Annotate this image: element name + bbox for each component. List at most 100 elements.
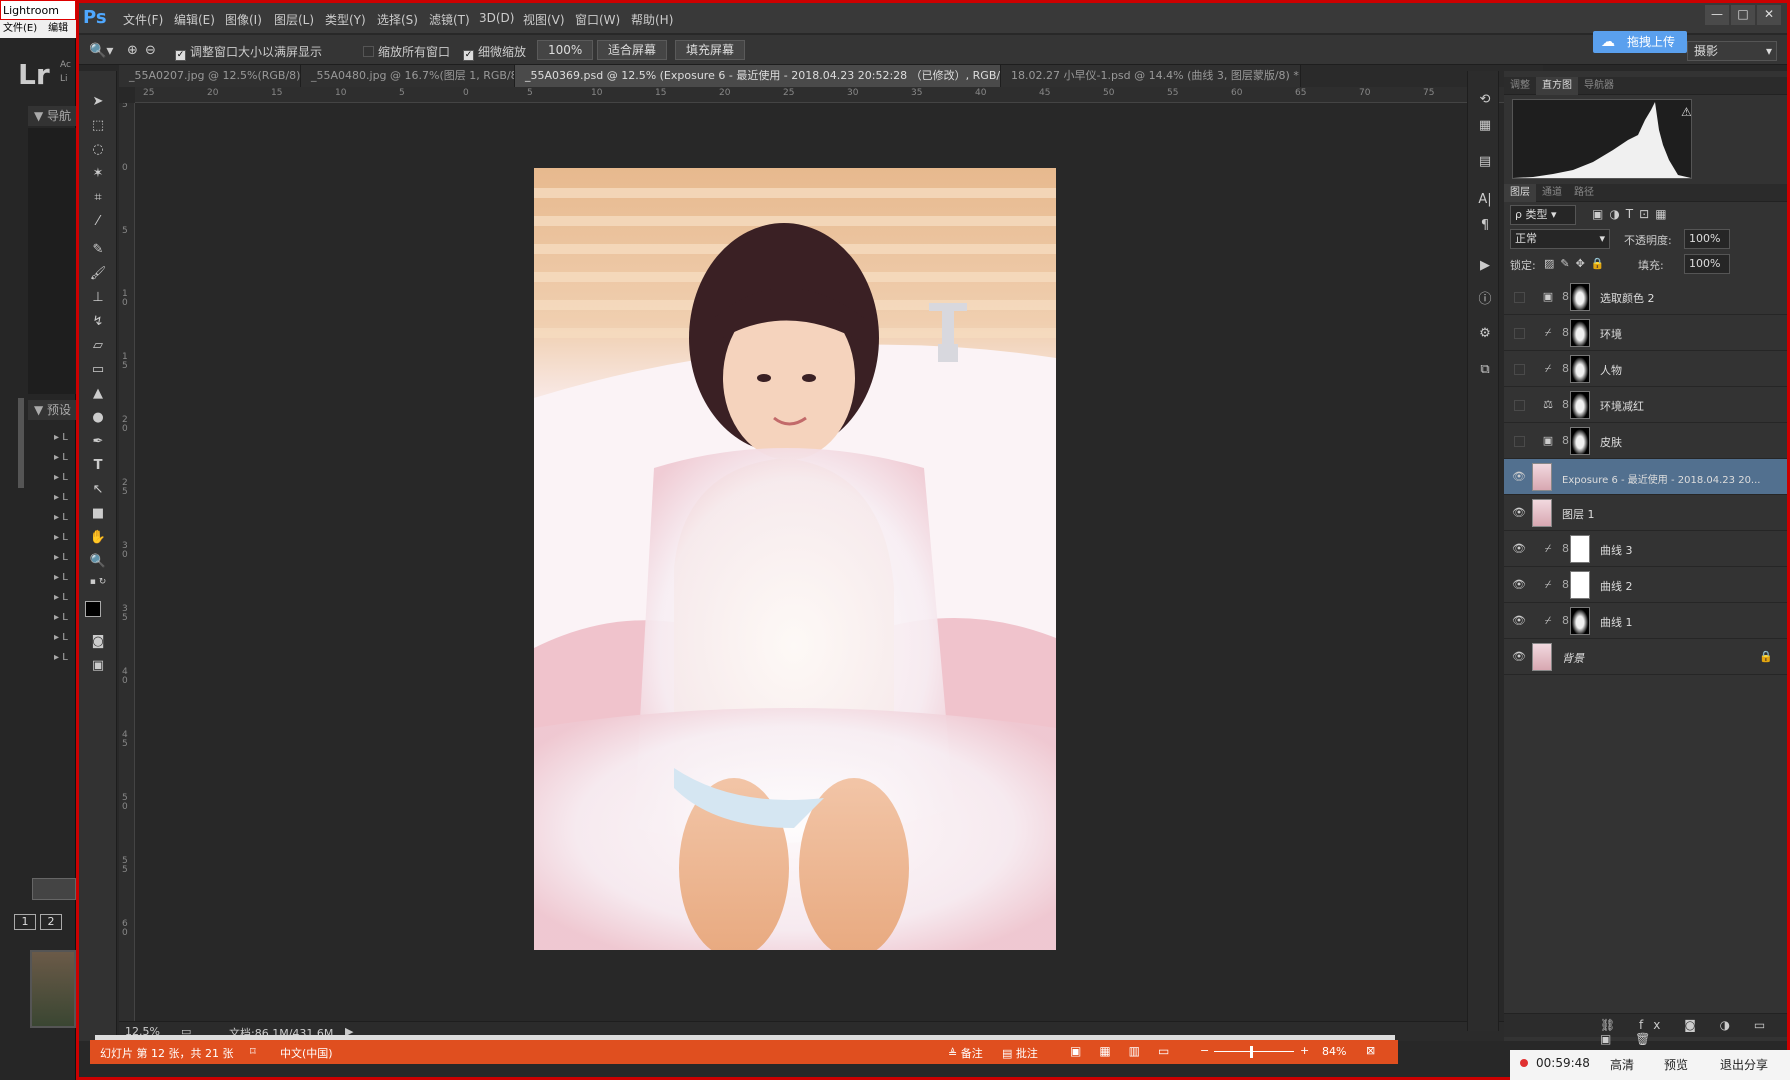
tab-55a0369[interactable]: _55A0369.psd @ 12.5% (Exposure 6 - 最近使用 … xyxy=(515,65,1001,87)
zoom-out-icon[interactable]: ⊖ xyxy=(145,43,156,58)
eye-icon[interactable]: 👁 xyxy=(1512,614,1526,628)
lr-preset-tree[interactable]: ▸ L ▸ L ▸ L ▸ L ▸ L ▸ L ▸ L ▸ L ▸ L ▸ L ▸ L ▸ L xyxy=(54,428,68,668)
layer-row[interactable]: ⌿ 8 人物 xyxy=(1504,351,1787,387)
eye-icon[interactable]: 👁 xyxy=(1512,542,1526,556)
history-icon[interactable]: ⟲ xyxy=(1476,91,1494,109)
menu-file[interactable]: 文件(F) xyxy=(123,11,163,28)
path-selection-tool-icon[interactable]: ↖ xyxy=(79,479,117,501)
visibility-box[interactable] xyxy=(1514,436,1525,447)
lr-page-1[interactable]: 1 xyxy=(14,914,36,930)
cloud-upload-button[interactable]: ☁ 拖拽上传 xyxy=(1593,31,1687,53)
clone-source-icon[interactable]: ⧉ xyxy=(1476,361,1494,379)
preview-button[interactable]: 预览 xyxy=(1664,1056,1688,1073)
zoom-in-button[interactable]: + xyxy=(1300,1044,1309,1057)
menu-3d[interactable]: 3D(D) xyxy=(479,11,514,25)
lr-panel-navigator[interactable]: ▼ 导航 xyxy=(28,106,76,126)
crop-tool-icon[interactable]: ⌗ xyxy=(79,187,117,209)
actual-pixels-button[interactable]: 100% xyxy=(537,40,594,60)
layer-footer-icons[interactable]: ⛓ fx ◙ ◑ ▭ ▣ 🗑 xyxy=(1600,1018,1787,1046)
tab-180227[interactable]: 18.02.27 小早仪-1.psd @ 14.4% (曲线 3, 图层蒙版/8… xyxy=(1001,65,1301,87)
clone-stamp-tool-icon[interactable]: ⊥ xyxy=(79,287,117,309)
brush-tool-icon[interactable]: 🖌 xyxy=(79,263,117,285)
history-brush-tool-icon[interactable]: ↯ xyxy=(79,311,117,333)
layer-mask[interactable] xyxy=(1570,391,1590,419)
actions-icon[interactable]: ▶ xyxy=(1476,257,1494,275)
layer-mask[interactable] xyxy=(1570,607,1590,635)
fit-slide-icon[interactable]: ⊠ xyxy=(1366,1044,1375,1057)
lr-menu-edit[interactable]: 编辑 xyxy=(45,23,68,34)
eye-icon[interactable]: 👁 xyxy=(1512,470,1526,484)
menu-view[interactable]: 视图(V) xyxy=(523,11,565,28)
hand-tool-icon[interactable]: ✋ xyxy=(79,527,117,549)
foreground-color-swatch[interactable] xyxy=(85,601,101,617)
zoom-slider[interactable] xyxy=(1214,1051,1294,1052)
marquee-tool-icon[interactable]: ⬚ xyxy=(79,115,117,137)
layer-comps-icon[interactable]: ▤ xyxy=(1476,153,1494,171)
lr-panel-presets[interactable]: ▼ 预设 xyxy=(28,400,76,420)
lr-film-thumbnail[interactable] xyxy=(30,950,76,1028)
dodge-tool-icon[interactable]: ● xyxy=(79,407,117,429)
language-status[interactable]: 中文(中国) xyxy=(280,1045,333,1061)
swatches-icon[interactable]: ▦ xyxy=(1476,117,1494,135)
resize-windows-checkbox[interactable]: ✓ 调整窗口大小以满屏显示 xyxy=(175,43,322,61)
spellcheck-icon[interactable]: ⌑ xyxy=(250,1045,256,1058)
lock-icon[interactable]: 🔒 xyxy=(1759,650,1773,663)
tab-histogram[interactable]: 直方图 xyxy=(1536,77,1578,95)
fill-input[interactable]: 100% xyxy=(1684,254,1730,274)
blur-tool-icon[interactable]: ▲ xyxy=(79,383,117,405)
gradient-tool-icon[interactable]: ▭ xyxy=(79,359,117,381)
zoom-percent[interactable]: 84% xyxy=(1322,1045,1346,1058)
layer-mask[interactable] xyxy=(1570,283,1590,311)
properties-icon[interactable]: ⚙ xyxy=(1476,325,1494,343)
maximize-button[interactable]: □ xyxy=(1731,5,1755,25)
layer-mask[interactable] xyxy=(1570,427,1590,455)
menu-edit[interactable]: 编辑(E) xyxy=(174,11,215,28)
document-photo[interactable] xyxy=(534,168,1056,950)
layer-row[interactable]: ▣ 8 选取颜色 2 xyxy=(1504,279,1787,315)
menu-filter[interactable]: 滤镜(T) xyxy=(429,11,470,28)
menu-image[interactable]: 图像(I) xyxy=(225,11,262,28)
eye-icon[interactable]: 👁 xyxy=(1512,578,1526,592)
layer-row[interactable]: ▣ 8 皮肤 xyxy=(1504,423,1787,459)
layer-filter-icons[interactable]: ▣◑T⊡▦ xyxy=(1592,207,1673,221)
quick-mask-icon[interactable]: ◙ xyxy=(79,631,117,653)
lock-icons[interactable]: ▨✎✥🔒 xyxy=(1544,257,1611,270)
zoom-tool-icon[interactable]: 🔍 xyxy=(79,551,117,573)
zoom-in-icon[interactable]: ⊕ xyxy=(127,43,138,58)
shape-tool-icon[interactable]: ■ xyxy=(79,503,117,525)
zoom-out-button[interactable]: − xyxy=(1200,1044,1209,1057)
scrubby-zoom-checkbox[interactable]: ✓ 细微缩放 xyxy=(463,43,526,61)
visibility-box[interactable] xyxy=(1514,400,1525,411)
layer-row-selected[interactable]: 👁 Exposure 6 - 最近使用 - 2018.04.23 20... xyxy=(1504,459,1787,495)
layer-row[interactable]: 👁 ⌿ 8 曲线 1 xyxy=(1504,603,1787,639)
opacity-input[interactable]: 100% xyxy=(1684,229,1730,249)
tab-55a0480[interactable]: _55A0480.jpg @ 16.7%(图层 1, RGB/8) * xyxy=(301,65,515,87)
layer-mask[interactable] xyxy=(1570,571,1590,599)
zoom-all-checkbox[interactable]: 缩放所有窗口 xyxy=(363,43,450,60)
zoom-tool-icon[interactable]: 🔍▾ xyxy=(89,43,113,59)
lr-import-button[interactable] xyxy=(32,878,76,900)
eyedropper-tool-icon[interactable]: ⁄ xyxy=(79,211,117,233)
type-tool-icon[interactable]: T xyxy=(79,455,117,477)
tab-layers[interactable]: 图层 xyxy=(1504,184,1536,202)
minimize-button[interactable]: — xyxy=(1705,5,1729,25)
fill-screen-button[interactable]: 填充屏幕 xyxy=(675,40,746,60)
layer-row[interactable]: 👁 ⌿ 8 曲线 3 xyxy=(1504,531,1787,567)
layer-row[interactable]: ⚖ 8 环境减红 xyxy=(1504,387,1787,423)
blend-mode-select[interactable]: 正常 ▾ xyxy=(1510,229,1610,249)
comments-button[interactable]: ▤ 批注 xyxy=(1002,1045,1038,1061)
menu-select[interactable]: 选择(S) xyxy=(377,11,418,28)
tab-paths[interactable]: 路径 xyxy=(1568,184,1600,202)
eraser-tool-icon[interactable]: ▱ xyxy=(79,335,117,357)
exit-share-button[interactable]: 退出分享 xyxy=(1720,1056,1768,1073)
menu-type[interactable]: 类型(Y) xyxy=(325,11,366,28)
menu-window[interactable]: 窗口(W) xyxy=(575,11,620,28)
tab-channels[interactable]: 通道 xyxy=(1536,184,1568,202)
layer-filter-select[interactable]: ρ 类型 ▾ xyxy=(1510,205,1576,225)
view-buttons[interactable]: ▣▦▥▭ xyxy=(1070,1044,1187,1058)
lasso-tool-icon[interactable]: ◌ xyxy=(79,139,117,161)
lr-scrollbar[interactable] xyxy=(18,398,24,488)
layer-mask[interactable] xyxy=(1570,535,1590,563)
layer-row[interactable]: 👁 背景 🔒 xyxy=(1504,639,1787,675)
move-tool-icon[interactable]: ➤ xyxy=(79,91,117,113)
